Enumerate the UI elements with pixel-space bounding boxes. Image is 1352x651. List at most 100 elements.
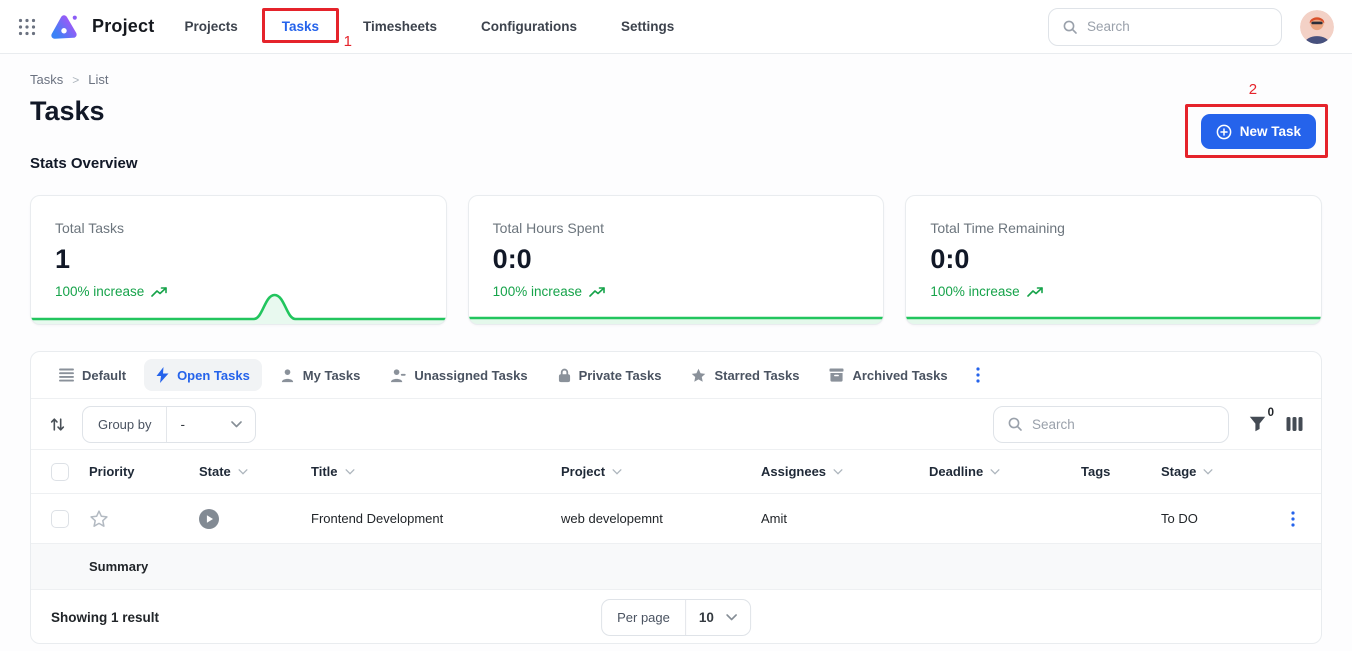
plus-circle-icon	[1216, 124, 1232, 140]
tab-archived-tasks[interactable]: Archived Tasks	[817, 360, 959, 391]
stats-cards: Total Tasks 1 100% increase Total Hours …	[30, 195, 1322, 325]
chevron-down-icon	[231, 421, 242, 428]
column-label: State	[199, 464, 231, 479]
breadcrumb-separator: >	[72, 73, 79, 87]
column-project[interactable]: Project	[561, 464, 761, 479]
per-page-value: 10	[699, 610, 714, 625]
column-label: Tags	[1081, 464, 1110, 479]
star-icon	[691, 368, 706, 383]
per-page-control[interactable]: Per page 10	[601, 599, 751, 636]
column-priority[interactable]: Priority	[89, 464, 199, 479]
app-launcher-grid-icon[interactable]	[18, 18, 36, 36]
chevron-down-icon	[726, 614, 737, 621]
annotation-label-2: 2	[1249, 81, 1257, 98]
tab-label: Starred Tasks	[714, 368, 799, 383]
person-minus-icon	[390, 368, 406, 383]
column-title[interactable]: Title	[311, 464, 561, 479]
brand-name: Project	[92, 16, 154, 37]
tab-label: Archived Tasks	[852, 368, 947, 383]
tabs-more-kebab-icon[interactable]	[968, 363, 988, 387]
tab-label: My Tasks	[303, 368, 361, 383]
filter-tabs-row: Default Open Tasks My Tasks	[31, 352, 1321, 399]
top-navbar: Project Projects Tasks 1 Timesheets Conf…	[0, 0, 1352, 54]
stats-overview-heading: Stats Overview	[30, 155, 1322, 172]
main-nav: Projects Tasks 1 Timesheets Configuratio…	[184, 19, 674, 34]
column-label: Deadline	[929, 464, 983, 479]
table-search[interactable]	[993, 406, 1229, 443]
column-state[interactable]: State	[199, 464, 311, 479]
nav-item-timesheets[interactable]: Timesheets	[363, 19, 437, 34]
chevron-down-icon	[238, 469, 248, 475]
column-tags[interactable]: Tags	[1081, 464, 1161, 479]
stat-card-label: Total Time Remaining	[930, 220, 1297, 236]
tab-label: Default	[82, 368, 126, 383]
summary-row: Summary	[31, 544, 1321, 590]
stat-card-value: 1	[55, 244, 422, 275]
stat-card-label: Total Tasks	[55, 220, 422, 236]
tab-starred-tasks[interactable]: Starred Tasks	[679, 360, 811, 391]
state-play-icon[interactable]	[199, 509, 311, 529]
tasks-table-panel: Default Open Tasks My Tasks	[30, 351, 1322, 644]
group-by-control[interactable]: Group by -	[82, 406, 256, 443]
brand-logo-icon[interactable]	[49, 12, 79, 42]
tab-my-tasks[interactable]: My Tasks	[268, 360, 373, 391]
cell-title[interactable]: Frontend Development	[311, 511, 561, 526]
column-label: Stage	[1161, 464, 1196, 479]
new-task-button[interactable]: New Task	[1201, 114, 1316, 149]
tab-private-tasks[interactable]: Private Tasks	[546, 360, 674, 391]
chevron-down-icon	[612, 469, 622, 475]
priority-star-icon[interactable]	[89, 509, 199, 529]
chevron-down-icon	[990, 469, 1000, 475]
per-page-select[interactable]: 10	[686, 600, 750, 635]
column-label: Priority	[89, 464, 135, 479]
column-label: Project	[561, 464, 605, 479]
main-content: Tasks > List Tasks 2 New Task Stats Over…	[0, 72, 1352, 644]
column-label: Title	[311, 464, 338, 479]
cell-project[interactable]: web developemnt	[561, 511, 761, 526]
group-by-select[interactable]: -	[167, 407, 255, 442]
group-by-value: -	[180, 417, 185, 432]
sparkline-bump	[31, 290, 446, 324]
archive-icon	[829, 368, 844, 382]
column-deadline[interactable]: Deadline	[929, 464, 1081, 479]
nav-item-settings[interactable]: Settings	[621, 19, 674, 34]
table-footer: Showing 1 result Per page 10	[31, 590, 1321, 644]
tab-unassigned-tasks[interactable]: Unassigned Tasks	[378, 360, 539, 391]
tab-label: Open Tasks	[177, 368, 250, 383]
nav-item-configurations[interactable]: Configurations	[481, 19, 577, 34]
column-assignees[interactable]: Assignees	[761, 464, 929, 479]
nav-item-projects[interactable]: Projects	[184, 19, 237, 34]
tab-label: Unassigned Tasks	[414, 368, 527, 383]
row-actions-kebab-icon[interactable]	[1261, 511, 1301, 527]
select-all-checkbox[interactable]	[51, 463, 69, 481]
column-stage[interactable]: Stage	[1161, 464, 1261, 479]
global-search[interactable]	[1048, 8, 1282, 46]
breadcrumb: Tasks > List	[30, 72, 1322, 87]
per-page-label: Per page	[602, 600, 686, 635]
table-search-input[interactable]	[1032, 417, 1215, 432]
sort-arrows-icon[interactable]	[49, 416, 66, 433]
filter-count-badge: 0	[1268, 407, 1274, 419]
table-toolbar: Group by -	[31, 399, 1321, 450]
tab-label: Private Tasks	[579, 368, 662, 383]
nav-item-tasks[interactable]: Tasks 1	[282, 19, 319, 34]
breadcrumb-tasks[interactable]: Tasks	[30, 72, 63, 87]
row-checkbox[interactable]	[51, 510, 69, 528]
table-row[interactable]: Frontend Development web developemnt Ami…	[31, 494, 1321, 544]
global-search-input[interactable]	[1087, 19, 1268, 34]
nav-item-tasks-label: Tasks	[282, 19, 319, 34]
person-icon	[280, 368, 295, 383]
group-by-label: Group by	[83, 407, 167, 442]
tab-default[interactable]: Default	[47, 360, 138, 391]
user-avatar[interactable]	[1300, 10, 1334, 44]
search-icon	[1062, 19, 1078, 35]
columns-icon[interactable]	[1286, 416, 1303, 432]
cell-stage[interactable]: To DO	[1161, 511, 1261, 526]
breadcrumb-list[interactable]: List	[88, 72, 108, 87]
cell-assignees[interactable]: Amit	[761, 511, 929, 526]
stat-card-value: 0:0	[930, 244, 1297, 275]
tab-open-tasks[interactable]: Open Tasks	[144, 359, 262, 391]
filter-funnel-icon[interactable]: 0	[1249, 416, 1266, 432]
chevron-down-icon	[1203, 469, 1213, 475]
annotation-label-1: 1	[344, 33, 352, 50]
